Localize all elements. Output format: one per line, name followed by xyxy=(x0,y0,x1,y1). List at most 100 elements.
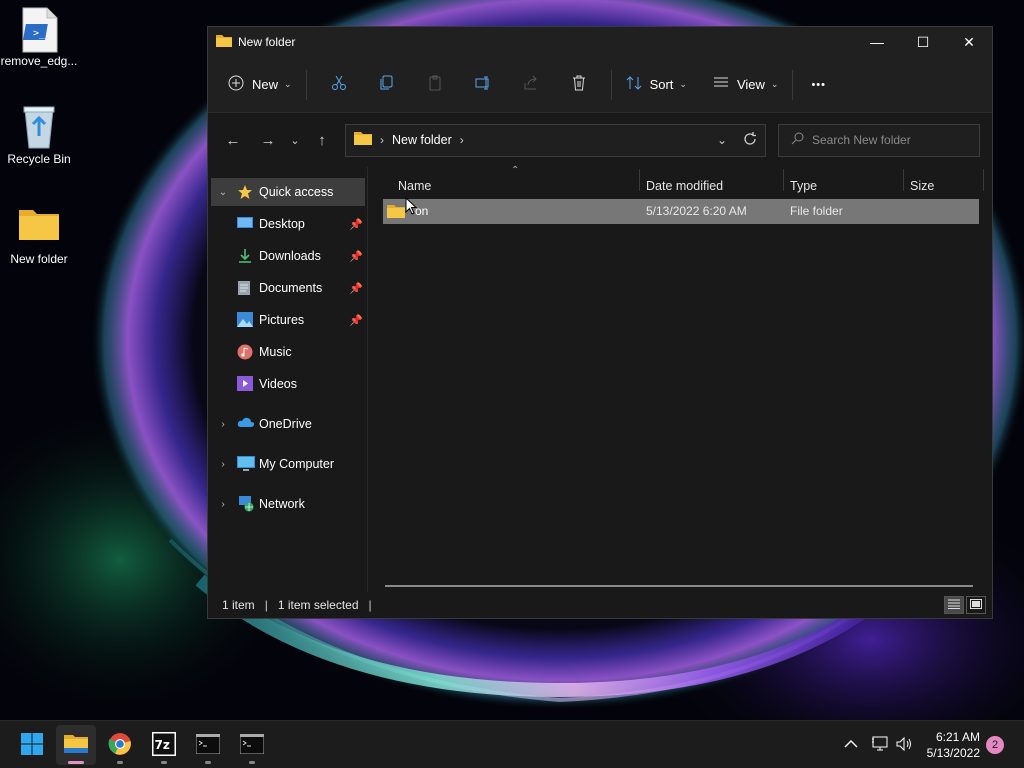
taskbar-7zip[interactable]: 7z xyxy=(144,725,184,765)
selected-count: 1 item selected xyxy=(277,598,359,612)
chevron-right-icon[interactable]: › xyxy=(215,459,231,470)
nav-item-downloads[interactable]: Downloads 📌 xyxy=(211,242,365,270)
breadcrumb-chevron-icon[interactable]: › xyxy=(460,133,464,147)
horizontal-scrollbar[interactable] xyxy=(385,585,973,587)
column-header-type[interactable]: Type xyxy=(790,179,817,193)
clipboard-icon xyxy=(427,75,443,94)
nav-item-onedrive[interactable]: › OneDrive xyxy=(211,410,365,438)
network-status-button[interactable] xyxy=(871,721,889,768)
nav-item-my-computer[interactable]: › My Computer xyxy=(211,450,365,478)
download-icon xyxy=(237,248,255,264)
maximize-button[interactable]: ☐ xyxy=(900,27,946,57)
close-button[interactable]: ✕ xyxy=(946,27,992,57)
pin-icon[interactable]: 📌 xyxy=(349,250,363,263)
nav-item-label: Music xyxy=(259,345,292,359)
nav-item-label: Desktop xyxy=(259,217,305,231)
sort-button-label: Sort xyxy=(649,77,674,92)
paste-button[interactable] xyxy=(417,69,453,101)
terminal-icon xyxy=(195,733,221,757)
column-divider[interactable] xyxy=(639,169,640,191)
window-title: New folder xyxy=(238,35,296,49)
pin-icon[interactable]: 📌 xyxy=(349,282,363,295)
chevron-right-icon[interactable]: › xyxy=(215,419,231,430)
terminal-icon xyxy=(239,733,265,757)
chevron-up-icon xyxy=(844,738,858,752)
recent-locations-button[interactable]: ⌄ xyxy=(283,125,307,155)
nav-item-videos[interactable]: Videos xyxy=(211,370,365,398)
back-button[interactable]: ← xyxy=(218,125,248,155)
search-input[interactable]: Search New folder xyxy=(778,123,980,157)
file-row[interactable]: on 5/13/2022 6:20 AM File folder xyxy=(383,199,979,224)
new-button[interactable]: New ⌄ xyxy=(222,69,298,101)
column-divider[interactable] xyxy=(783,169,784,191)
delete-button[interactable] xyxy=(561,69,597,101)
up-button[interactable]: ↑ xyxy=(307,125,337,155)
desktop-icon-label: New folder xyxy=(10,252,68,266)
taskbar-clock[interactable]: 6:21 AM 5/13/2022 xyxy=(927,729,980,761)
desktop-icon-new-folder[interactable]: New folder xyxy=(0,204,78,266)
command-bar: New ⌄ Sort ⌄ View ⌄ ••• xyxy=(208,57,992,113)
nav-item-network[interactable]: › Network xyxy=(211,490,365,518)
start-button[interactable] xyxy=(12,725,52,765)
svg-text:7z: 7z xyxy=(155,738,170,752)
taskbar-chrome[interactable] xyxy=(100,725,140,765)
nav-item-label: Quick access xyxy=(259,185,334,199)
chevron-down-icon: ⌄ xyxy=(290,134,300,147)
pin-icon[interactable]: 📌 xyxy=(349,314,363,327)
desktop-icon-recycle-bin[interactable]: Recycle Bin xyxy=(0,104,78,166)
desktop-icon-script[interactable]: >_ remove_edg... xyxy=(0,6,78,68)
taskbar-file-explorer[interactable] xyxy=(56,725,96,765)
notification-badge[interactable]: 2 xyxy=(986,736,1004,754)
taskbar-terminal-2[interactable] xyxy=(232,725,272,765)
rename-icon xyxy=(475,75,491,94)
nav-item-label: OneDrive xyxy=(259,417,312,431)
nav-item-pictures[interactable]: Pictures 📌 xyxy=(211,306,365,334)
rename-button[interactable] xyxy=(465,69,501,101)
forward-button[interactable]: → xyxy=(253,125,283,155)
column-header-size[interactable]: Size xyxy=(910,179,934,193)
minimize-button[interactable]: — xyxy=(854,27,900,57)
navigation-pane: ⌄ Quick access Desktop 📌 Downloads 📌 Doc… xyxy=(208,175,368,592)
trash-icon xyxy=(571,75,587,94)
view-list-icon xyxy=(713,75,729,94)
arrow-up-icon: ↑ xyxy=(318,131,326,149)
more-options-button[interactable]: ••• xyxy=(805,69,832,101)
column-divider[interactable] xyxy=(983,169,984,191)
scissors-icon xyxy=(331,75,347,94)
large-icons-view-button[interactable] xyxy=(966,596,986,614)
refresh-icon[interactable] xyxy=(743,131,757,149)
large-icons-view-icon xyxy=(970,598,982,612)
breadcrumb-new-folder[interactable]: New folder xyxy=(392,133,452,147)
cut-button[interactable] xyxy=(321,69,357,101)
recycle-bin-icon xyxy=(17,104,61,149)
details-view-button[interactable] xyxy=(944,596,964,614)
address-dropdown-icon[interactable]: ⌄ xyxy=(717,133,727,147)
column-header-date[interactable]: Date modified xyxy=(646,179,723,193)
nav-item-music[interactable]: Music xyxy=(211,338,365,366)
column-header-name[interactable]: Name xyxy=(398,179,431,193)
share-button[interactable] xyxy=(513,69,549,101)
status-bar: 1 item | 1 item selected | xyxy=(208,592,992,618)
view-button[interactable]: View ⌄ xyxy=(707,69,785,101)
chevron-right-icon[interactable]: › xyxy=(215,499,231,510)
desktop-icon-label: Recycle Bin xyxy=(7,152,71,166)
pin-icon[interactable]: 📌 xyxy=(349,218,363,231)
nav-item-desktop[interactable]: Desktop 📌 xyxy=(211,210,365,238)
volume-button[interactable] xyxy=(896,721,914,768)
pane-splitter[interactable] xyxy=(367,167,368,592)
taskbar-terminal-1[interactable] xyxy=(188,725,228,765)
show-hidden-icons-button[interactable] xyxy=(844,721,858,768)
address-bar[interactable]: › New folder › ⌄ xyxy=(345,123,766,157)
folder-icon xyxy=(216,34,232,51)
nav-item-documents[interactable]: Documents 📌 xyxy=(211,274,365,302)
picture-icon xyxy=(237,312,255,328)
column-divider[interactable] xyxy=(903,169,904,191)
nav-item-quick-access[interactable]: ⌄ Quick access xyxy=(211,178,365,206)
chevron-down-icon[interactable]: ⌄ xyxy=(215,187,231,198)
file-name[interactable]: on xyxy=(415,204,428,218)
sort-button[interactable]: Sort ⌄ xyxy=(620,69,693,101)
copy-button[interactable] xyxy=(369,69,405,101)
chevron-down-icon: ⌄ xyxy=(770,79,779,89)
title-bar[interactable]: New folder — ☐ ✕ xyxy=(208,27,992,57)
nav-item-label: My Computer xyxy=(259,457,335,471)
